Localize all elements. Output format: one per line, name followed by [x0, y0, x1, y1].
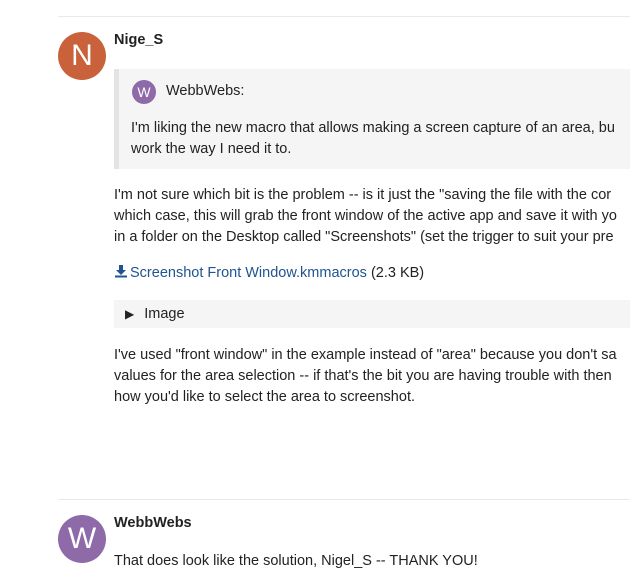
attachment-name: Screenshot Front Window.kmmacros: [130, 265, 367, 281]
attachment-link[interactable]: Screenshot Front Window.kmmacros: [114, 265, 367, 281]
avatar[interactable]: W: [58, 515, 106, 563]
attachment: Screenshot Front Window.kmmacros (2.3 KB…: [114, 264, 424, 281]
paragraph-line: I've used "front window" in the example …: [114, 347, 617, 363]
paragraph-line: I'm not sure which bit is the problem --…: [114, 187, 612, 203]
quote-avatar: W: [132, 80, 156, 104]
paragraph-line: values for the area selection -- if that…: [114, 368, 612, 384]
quote-line: work the way I need it to.: [131, 141, 292, 157]
attachment-size: (2.3 KB): [370, 265, 425, 281]
paragraph-line: how you'd like to select the area to scr…: [114, 389, 415, 405]
quote-text: I'm liking the new macro that allows mak…: [131, 118, 630, 160]
download-icon: [115, 265, 127, 278]
avatar[interactable]: N: [58, 32, 106, 80]
post-paragraph: I'm not sure which bit is the problem --…: [114, 185, 630, 248]
post-username[interactable]: Nige_S: [114, 32, 163, 48]
paragraph-line: in a folder on the Desktop called "Scree…: [114, 229, 614, 245]
quote-author[interactable]: WebbWebs:: [166, 83, 244, 99]
quote-block: W WebbWebs: I'm liking the new macro tha…: [114, 69, 630, 169]
post-divider: [58, 499, 630, 500]
quote-line: I'm liking the new macro that allows mak…: [131, 120, 615, 136]
post-text: That does look like the solution, Nigel_…: [114, 553, 478, 569]
triangle-right-icon: ▶: [125, 307, 135, 321]
post-divider-top: [58, 16, 630, 17]
details-toggle[interactable]: ▶ Image: [114, 300, 630, 328]
paragraph-line: which case, this will grab the front win…: [114, 208, 617, 224]
details-label: Image: [144, 306, 185, 322]
post-username[interactable]: WebbWebs: [114, 515, 192, 531]
post-paragraph: I've used "front window" in the example …: [114, 345, 630, 408]
